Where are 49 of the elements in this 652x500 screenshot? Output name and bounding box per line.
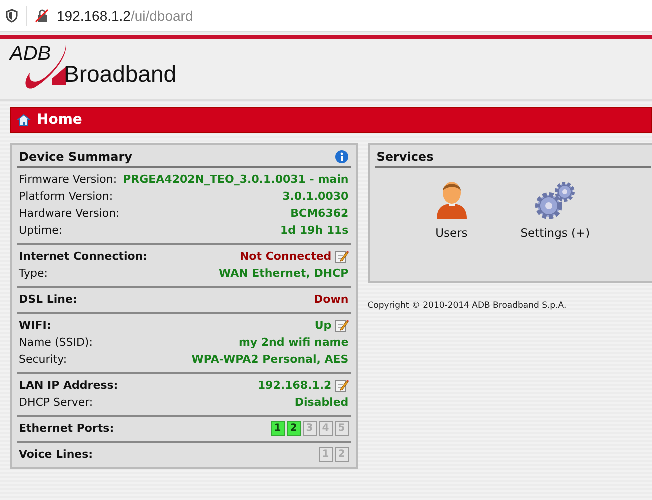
field-label: Uptime: [19,224,63,237]
field-label: LAN IP Address: [19,379,118,392]
field-value: WAN Ethernet, DHCP [218,267,349,280]
field-label: Name (SSID): [19,336,93,349]
port-indicator: 4 [318,421,333,436]
field-value: my 2nd wifi name [238,336,349,349]
field-label: Type: [19,267,48,280]
user-icon[interactable] [434,180,469,220]
field-label: Voice Lines: [19,448,94,461]
field-value: 3.0.1.0030 [282,190,349,203]
field-label: WIFI: [19,319,52,332]
field-label: Platform Version: [19,190,114,203]
field-value: 1d 19h 11s [280,224,349,237]
field-label: Security: [19,353,68,366]
panel-title: Device Summary [19,150,132,164]
edit-icon[interactable] [334,318,349,332]
field-value: Down [314,293,349,306]
field-label: Internet Connection: [19,250,148,263]
home-title: Home [37,112,82,128]
port-indicator: 5 [334,421,349,436]
shield-icon [6,8,18,22]
service-link[interactable]: Settings (+) [520,226,590,240]
field-value: BCM6362 [290,207,349,220]
house-icon [17,114,31,126]
copyright-text: Copyright © 2010-2014 ADB Broadband S.p.A. [368,301,568,311]
field-value: PRGEA4202N_TEO_3.0.1.0031 - main [123,173,349,186]
info-icon[interactable] [334,150,349,164]
port-indicator: 2 [286,421,301,436]
panel-title: Services [376,150,434,164]
field-value: 192.168.1.2 [258,379,332,392]
url-text[interactable]: 192.168.1.2/ui/dboard [57,8,194,24]
field-label: Firmware Version: [19,173,118,186]
insecure-lock-icon [35,8,49,22]
edit-icon[interactable] [334,378,349,392]
field-value: Not Connected [240,250,332,263]
port-indicator: 2 [334,447,349,462]
port-indicator: 3 [302,421,317,436]
field-value: Up [314,319,332,332]
edit-icon[interactable] [334,250,349,264]
field-value: Disabled [294,396,349,409]
field-label: DSL Line: [19,293,78,306]
gears-icon[interactable] [533,180,578,220]
service-link[interactable]: Users [436,226,468,240]
port-indicator: 1 [270,421,285,436]
port-indicator: 1 [318,447,333,462]
field-label: DHCP Server: [19,396,94,409]
field-label: Hardware Version: [19,207,120,220]
field-label: Ethernet Ports: [19,422,114,435]
field-value: WPA-WPA2 Personal, AES [192,353,349,366]
